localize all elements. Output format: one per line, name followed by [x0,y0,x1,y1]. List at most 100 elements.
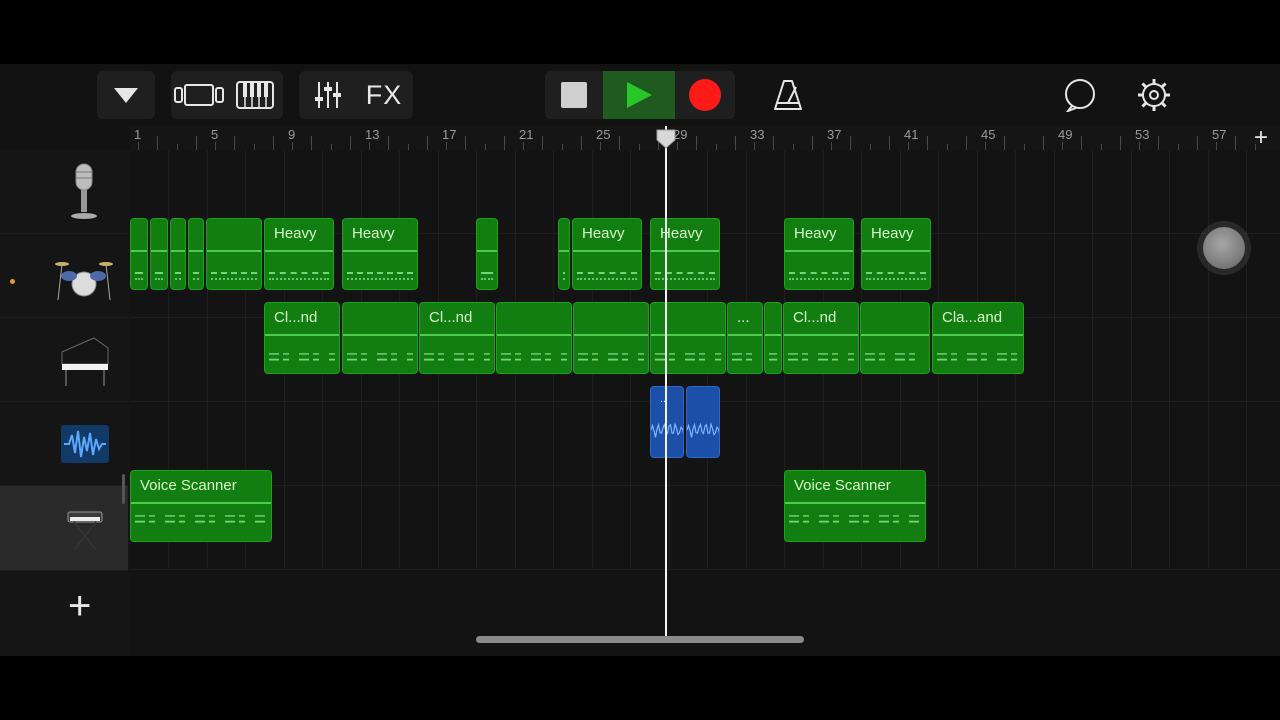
midi-notes [788,353,854,361]
region-name: Cl...nd [793,309,837,326]
region-divider [171,250,185,252]
ruler-tick [677,142,678,150]
drum-hits [655,272,715,274]
ruler-bar-number: 37 [827,127,842,142]
ruler-tick [773,136,775,150]
synth-region[interactable]: Voice Scanner [784,470,926,542]
drums-region[interactable] [170,218,186,290]
drums-region[interactable]: Heavy [784,218,854,290]
piano-region[interactable] [860,302,930,374]
piano-region[interactable]: Cla...and [932,302,1024,374]
settings-button[interactable] [1126,71,1182,119]
ruler-tick [965,136,967,150]
piano-region[interactable]: Cl...nd [419,302,495,374]
ruler-tick [850,136,852,150]
piano-region[interactable] [650,302,726,374]
home-indicator[interactable] [476,636,804,643]
piano-region[interactable] [764,302,782,374]
drum-hits [563,272,565,274]
drums-region[interactable] [130,218,148,290]
piano-region[interactable]: Cl...nd [783,302,859,374]
track-volume-knob[interactable] [1203,227,1245,269]
vertical-scrollbar[interactable] [122,474,125,504]
track-header-audio[interactable] [0,402,128,486]
region-name: Heavy [871,225,914,242]
drum-hits [347,278,413,280]
loop-browser-button[interactable] [1052,71,1108,119]
drums-region[interactable] [188,218,204,290]
track-header-microphone[interactable] [0,150,128,234]
piano-region[interactable] [573,302,649,374]
drum-hits [211,278,257,280]
midi-notes [424,353,490,361]
metronome-button[interactable] [760,71,816,119]
ruler-tick [1139,142,1140,150]
browser-dropdown-button[interactable] [97,71,155,119]
view-toggle-group [171,71,283,119]
region-divider [784,334,858,336]
audio-region[interactable] [686,386,720,458]
record-icon [689,79,721,111]
waveform-icon [61,425,109,463]
playhead[interactable] [665,126,667,636]
track-header-synth[interactable] [0,486,128,571]
track-lane[interactable] [130,486,1280,570]
region-divider [265,334,339,336]
ruler-tick [388,136,390,150]
drums-region[interactable]: Heavy [264,218,334,290]
ruler-tick [811,136,813,150]
region-divider [785,250,853,252]
add-track-button[interactable]: + [68,586,108,626]
ruler-tick [734,136,736,150]
ruler-tick [234,136,236,150]
ruler-tick [1081,136,1083,150]
region-divider [862,250,930,252]
keyboard-button[interactable] [227,81,283,109]
fx-button[interactable]: FX [356,80,412,111]
tracks-view-button[interactable] [171,83,227,107]
ruler-tick [369,142,370,150]
drums-region[interactable]: Heavy [650,218,720,290]
mixer-button[interactable] [300,80,356,110]
drums-region[interactable]: Heavy [572,218,642,290]
region-divider [131,502,271,504]
region-name: Heavy [582,225,625,242]
ruler-tick [1042,136,1044,150]
piano-region[interactable] [342,302,418,374]
region-divider [343,334,417,336]
stop-button[interactable] [545,71,603,119]
track-header-drums[interactable] [0,234,128,318]
transport-controls [545,71,735,119]
ruler-bar-number: 17 [442,127,457,142]
drums-region[interactable] [476,218,498,290]
add-section-button[interactable]: + [1248,126,1274,150]
grid-line [1207,150,1209,570]
piano-region[interactable]: ... [727,302,763,374]
piano-region[interactable] [496,302,572,374]
region-divider [477,250,497,252]
drums-region[interactable] [150,218,168,290]
ruler-tick [195,136,197,150]
track-header-piano[interactable] [0,318,128,402]
ruler-tick [138,142,139,150]
audio-region[interactable]: .. [650,386,684,458]
region-name: ... [737,309,750,326]
ruler-tick [503,136,505,150]
ruler-bar-number: 41 [904,127,919,142]
piano-region[interactable]: Cl...nd [264,302,340,374]
drums-region[interactable] [206,218,262,290]
region-name: Cl...nd [274,309,318,326]
play-button[interactable] [603,71,675,119]
drums-region[interactable] [558,218,570,290]
mixer-icon [315,82,341,108]
ruler-bar-number: 1 [134,127,142,142]
ruler-tick [349,136,351,150]
playhead-handle-icon[interactable] [655,128,677,150]
drums-region[interactable]: Heavy [342,218,418,290]
midi-notes [347,353,413,361]
record-button[interactable] [675,71,735,119]
timeline-ruler[interactable]: 1 5 9 13 17 21 25 29 33 37 41 45 49 53 57 [130,126,1280,151]
region-divider [265,250,333,252]
synth-region[interactable]: Voice Scanner [130,470,272,542]
drums-region[interactable]: Heavy [861,218,931,290]
